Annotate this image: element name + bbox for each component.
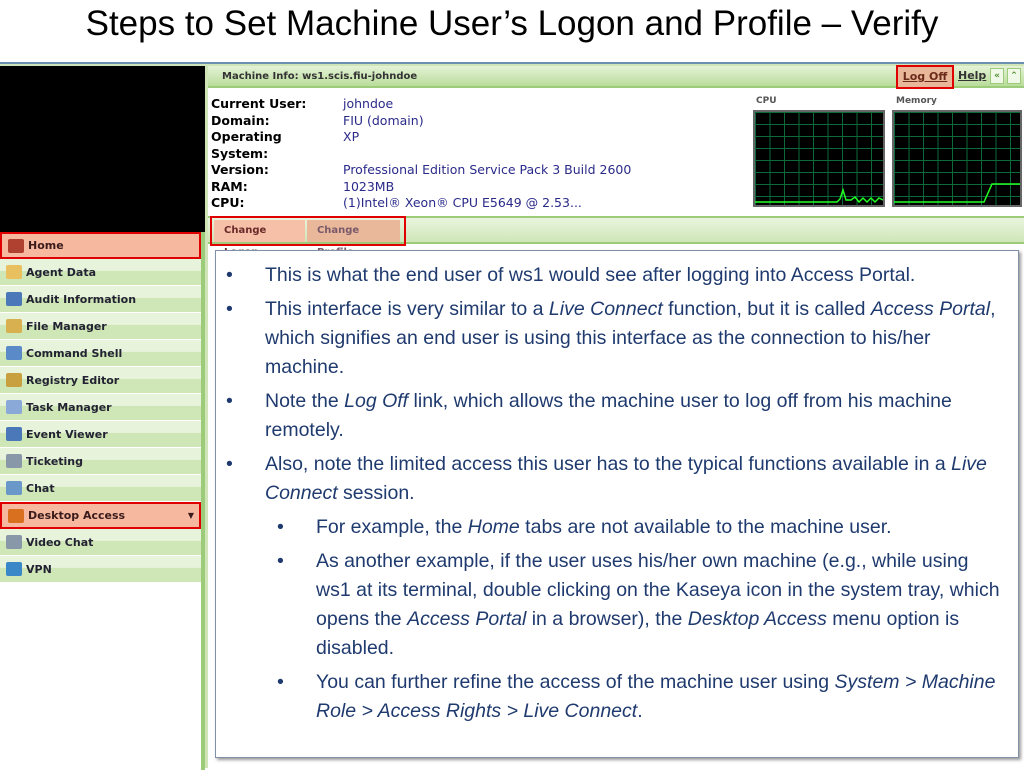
- bullet-item: This interface is very similar to a Live…: [226, 295, 1002, 382]
- sidebar-item-label: Home: [28, 239, 64, 252]
- agent-data-icon: [6, 265, 22, 279]
- sidebar-item-label: Ticketing: [26, 454, 84, 468]
- sidebar-item-label: Event Viewer: [26, 427, 108, 441]
- bullet-item: Also, note the limited access this user …: [226, 450, 1002, 508]
- info-key: Version:: [211, 162, 269, 177]
- cpu-graph-label: CPU: [756, 96, 777, 106]
- sidebar-item-event-viewer[interactable]: Event Viewer: [0, 421, 201, 448]
- info-key: Current User:: [211, 96, 307, 111]
- info-value: (1)Intel® Xeon® CPU E5649 @ 2.53...: [343, 195, 582, 210]
- bullet-item: As another example, if the user uses his…: [277, 547, 1002, 663]
- tab-change-logon[interactable]: Change Logon: [214, 220, 305, 258]
- sidebar-item-label: Command Shell: [26, 346, 123, 360]
- tabs: Change Logon Change Profile: [210, 216, 406, 258]
- sidebar-item-home[interactable]: Home: [0, 232, 201, 259]
- file-manager-icon: [6, 319, 22, 333]
- cpu-line: [755, 187, 884, 204]
- sidebar: Home Agent Data Audit Information File Mana…: [0, 232, 205, 770]
- home-icon: [8, 238, 24, 253]
- log-off-link[interactable]: Log Off: [896, 65, 954, 89]
- sidebar-item-label: VPN: [26, 562, 52, 576]
- info-row: Version: Professional Edition Service Pac…: [211, 162, 631, 179]
- sidebar-item-ticketing[interactable]: Ticketing: [0, 448, 201, 475]
- machine-info-table: Current User: johndoe Domain: FIU (domain) O…: [211, 96, 631, 212]
- sidebar-item-video-chat[interactable]: Video Chat: [0, 529, 201, 556]
- sidebar-item-file-manager[interactable]: File Manager: [0, 313, 201, 340]
- info-value: johndoe: [343, 96, 394, 111]
- registry-editor-icon: [6, 373, 22, 387]
- info-value: Professional Edition Service Pack 3 Buil…: [343, 162, 632, 177]
- info-value: FIU (domain): [343, 112, 424, 128]
- command-shell-icon: [6, 346, 22, 360]
- bullet-item: You can further refine the access of the…: [277, 668, 1002, 726]
- video-chat-icon: [6, 535, 22, 549]
- sidebar-item-label: Audit Information: [26, 292, 137, 306]
- machine-info-header: Machine Info: ws1.scis.fiu-johndoe Log O…: [208, 65, 1024, 89]
- sidebar-item-label: File Manager: [26, 319, 107, 333]
- event-viewer-icon: [6, 427, 22, 441]
- info-row: Operating System: XP: [211, 129, 631, 162]
- info-value: XP: [343, 129, 360, 144]
- sidebar-item-label: Chat: [26, 481, 55, 495]
- info-row: CPU: (1)Intel® Xeon® CPU E5649 @ 2.53...: [211, 195, 631, 212]
- chat-icon: [6, 481, 22, 495]
- memory-graph: [892, 110, 1022, 207]
- memory-line: [894, 183, 1020, 203]
- logo-area: [0, 66, 205, 232]
- task-manager-icon: [6, 400, 22, 414]
- sidebar-item-task-manager[interactable]: Task Manager: [0, 394, 201, 421]
- dropdown-arrow-icon[interactable]: ▼: [185, 508, 197, 524]
- info-value: 1023MB: [343, 178, 395, 194]
- audit-information-icon: [6, 292, 22, 306]
- ticketing-icon: [6, 454, 22, 468]
- info-key: Domain:: [211, 112, 270, 128]
- info-key: Operating System:: [211, 129, 282, 161]
- help-link[interactable]: Help: [958, 69, 986, 82]
- sidebar-item-label: Agent Data: [26, 265, 97, 279]
- tab-change-profile[interactable]: Change Profile: [306, 220, 400, 258]
- sidebar-item-label: Registry Editor: [26, 373, 120, 387]
- info-key: RAM:: [211, 178, 248, 194]
- sidebar-item-chat[interactable]: Chat: [0, 475, 201, 502]
- sidebar-item-command-shell[interactable]: Command Shell: [0, 340, 201, 367]
- memory-graph-label: Memory: [896, 96, 937, 106]
- bullet-item: Note the Log Off link, which allows the …: [226, 387, 1002, 445]
- sidebar-item-vpn[interactable]: VPN: [0, 556, 201, 583]
- machine-info-title: Machine Info: ws1.scis.fiu-johndoe: [222, 70, 418, 82]
- sidebar-item-registry-editor[interactable]: Registry Editor: [0, 367, 201, 394]
- info-row: Current User: johndoe: [211, 96, 631, 113]
- collapse-icon[interactable]: «: [990, 68, 1004, 84]
- bullet-item: This is what the end user of ws1 would s…: [226, 261, 1002, 290]
- info-key: CPU:: [211, 195, 245, 210]
- slide-title: Steps to Set Machine User’s Logon and Pr…: [85, 4, 939, 43]
- info-row: Domain: FIU (domain): [211, 113, 631, 130]
- chevron-up-icon[interactable]: ⌃: [1007, 68, 1021, 84]
- bullet-item: For example, the Home tabs are not avail…: [277, 513, 1002, 542]
- explanation-callout: This is what the end user of ws1 would s…: [215, 250, 1019, 758]
- sidebar-item-agent-data[interactable]: Agent Data: [0, 259, 201, 286]
- sidebar-item-label: Desktop Access: [28, 509, 126, 522]
- sidebar-item-label: Video Chat: [26, 535, 94, 549]
- sidebar-item-desktop-access[interactable]: Desktop Access ▼: [0, 502, 201, 529]
- info-row: RAM: 1023MB: [211, 179, 631, 196]
- cpu-graph: [753, 110, 885, 207]
- sidebar-item-label: Task Manager: [26, 400, 112, 414]
- sidebar-item-audit-information[interactable]: Audit Information: [0, 286, 201, 313]
- vpn-icon: [6, 562, 22, 576]
- desktop-access-icon: [8, 508, 24, 523]
